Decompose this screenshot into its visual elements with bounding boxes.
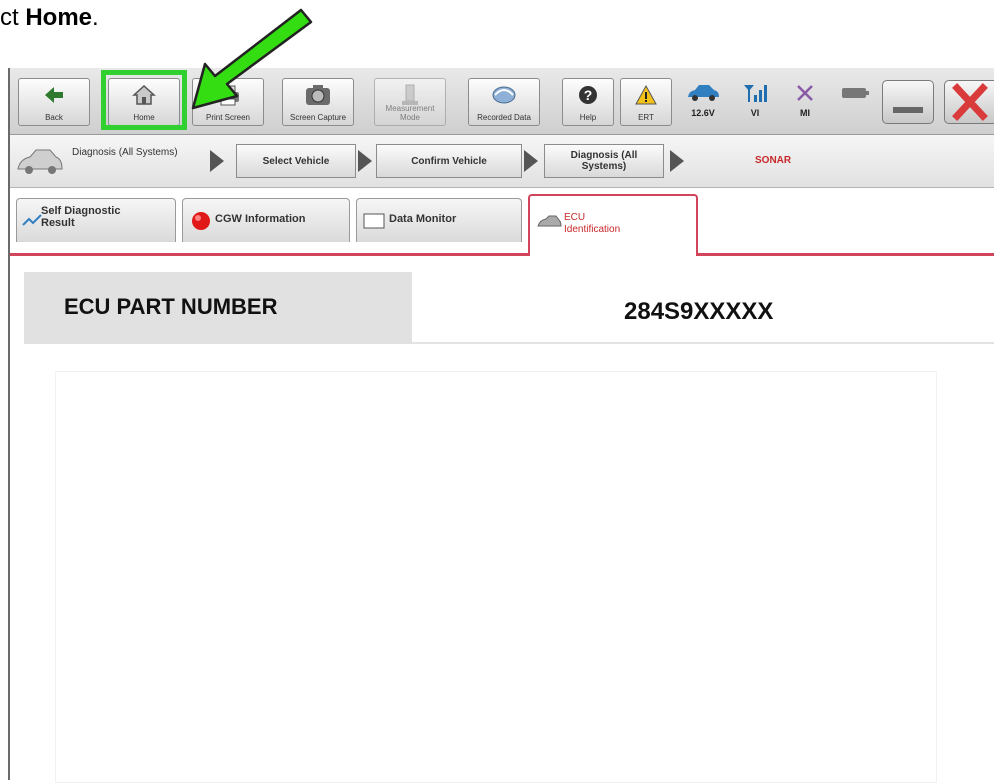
instruction-caption: ct Home. [0,4,99,32]
empty-content-area [55,371,937,783]
warning-icon [635,84,657,105]
ert-button[interactable]: ERT [620,78,672,126]
help-icon: ? [579,86,597,104]
green-pointer-arrow-icon [191,8,313,110]
tab-label-line2: Result [41,217,75,229]
red-status-icon [192,212,210,230]
ert-label: ERT [638,113,654,122]
diagnostic-icon [22,214,42,226]
breadcrumb: Diagnosis (All Systems) Select Vehicle C… [10,135,994,188]
breadcrumb-confirm-vehicle[interactable]: Confirm Vehicle [376,144,522,178]
breadcrumb-arrow [524,150,538,172]
breadcrumb-diagnosis-all-systems[interactable]: Diagnosis (All Systems) [544,144,664,178]
tab-label: Self Diagnostic Result [41,205,120,229]
help-label: Help [579,113,597,122]
breadcrumb-select-vehicle[interactable]: Select Vehicle [236,144,356,178]
ecu-part-number-row: ECU PART NUMBER 284S9XXXXX [24,272,994,344]
ecu-part-number-key: ECU PART NUMBER [24,272,412,344]
ecu-icon [537,215,562,227]
breadcrumb-arrow [358,150,372,172]
caption-suffix: . [92,4,99,31]
consult-app-window: Back Home Print Screen Screen Capture Me… [8,68,994,783]
measurement-mode-button[interactable]: Measurement Mode [374,78,446,126]
connection-indicator [832,78,878,126]
recorded-data-button[interactable]: Recorded Data [468,78,540,126]
minimize-icon [893,107,923,113]
caption-prefix: ct [0,4,26,31]
tab-label: ECU Identification [564,212,620,236]
tab-label: CGW Information [215,213,306,225]
measurement-mode-label: Measurement Mode [385,104,435,122]
tab-label-line1: Self Diagnostic [41,205,121,217]
tab-ecu-identification[interactable]: ECU Identification [528,194,698,256]
signal-icon [744,85,767,102]
back-button[interactable]: Back [18,78,90,126]
breadcrumb-step-label: Confirm Vehicle [411,155,487,167]
breadcrumb-arrow [210,150,224,172]
vi-label: VI [750,108,760,118]
ecu-part-number-value-cell: 284S9XXXXX [412,272,994,344]
breadcrumb-root-label: Diagnosis (All Systems) [72,147,178,158]
back-arrow-icon [45,87,63,103]
tab-label-line1: ECU [564,212,586,223]
mi-label: MI [800,108,810,118]
x-mark-icon [797,85,813,101]
monitor-icon [363,213,385,229]
tab-cgw-information[interactable]: CGW Information [182,198,350,242]
back-label: Back [45,113,63,122]
help-button[interactable]: ? Help [562,78,614,126]
recorded-data-icon [492,86,516,104]
tab-self-diagnostic-result[interactable]: Self Diagnostic Result [16,198,176,242]
tab-data-monitor[interactable]: Data Monitor [356,198,522,242]
tab-label: Data Monitor [389,213,457,225]
caption-emphasis: Home [25,4,93,31]
vi-indicator: VI [732,78,778,126]
ecu-identification-panel: ECU PART NUMBER 284S9XXXXX [10,256,994,783]
battery-voltage-label: 12.6V [691,108,715,118]
battery-voltage-indicator: 12.6V [680,78,726,126]
close-icon [952,83,988,121]
ecu-part-number-value: 284S9XXXXX [624,298,774,325]
car-icon [688,85,719,101]
recorded-data-label: Recorded Data [477,113,531,122]
mi-indicator: MI [782,78,828,126]
svg-text:?: ? [584,87,593,103]
ecu-part-number-label: ECU PART NUMBER [64,294,278,319]
minimize-button[interactable] [882,80,934,124]
car-diagnosis-icon [17,149,63,174]
breadcrumb-step-label: Select Vehicle [262,155,330,167]
connector-icon [842,88,869,98]
breadcrumb-arrow [670,150,684,172]
tab-label-line2: Identification [564,224,621,235]
breadcrumb-step-label: Diagnosis (All Systems) [570,150,638,172]
breadcrumb-current: SONAR [755,155,792,166]
close-button[interactable] [944,80,994,124]
breadcrumb-root[interactable]: Diagnosis (All Systems) [14,143,204,179]
tab-bar: Self Diagnostic Result CGW Information Da… [10,188,994,256]
